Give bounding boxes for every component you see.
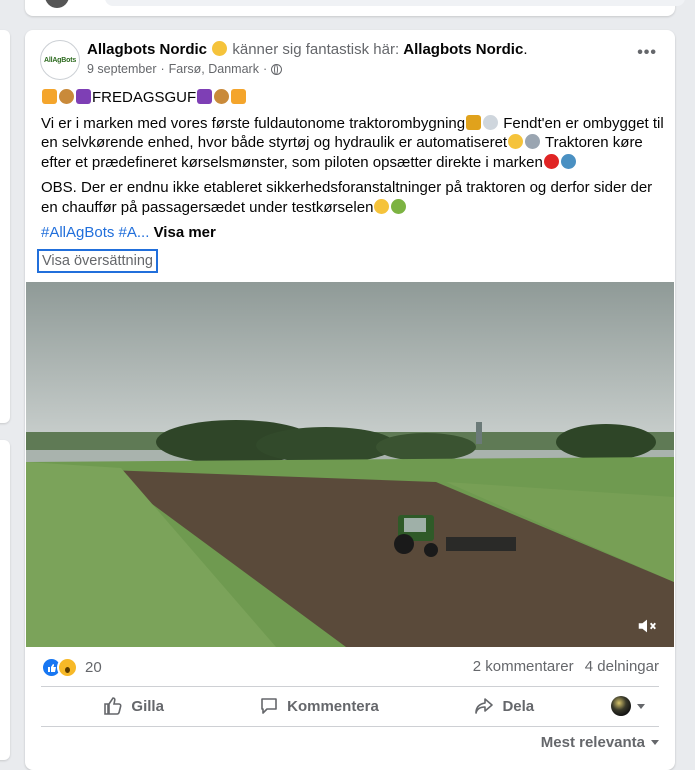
mute-icon[interactable]: [636, 615, 658, 637]
star-eyes-icon: [508, 134, 524, 149]
previous-post-edge: [25, 0, 685, 16]
post-header: Allagbots Nordic känner sig fantastisk h…: [87, 41, 528, 58]
avatar: [610, 696, 631, 716]
satellite-icon: [525, 134, 541, 149]
comment-count-link[interactable]: 2 kommentarer: [473, 658, 574, 675]
see-more-link[interactable]: Visa mer: [154, 224, 216, 241]
share-icon: [475, 698, 494, 714]
post-card: AllAgBots Allagbots Nordic känner sig fa…: [25, 30, 675, 770]
farmer-icon: [391, 198, 407, 214]
like-icon: [104, 697, 122, 715]
cake-icon: [231, 89, 247, 104]
previous-comment-bar: [105, 0, 685, 6]
grimace-icon: [374, 198, 390, 214]
comment-button[interactable]: Kommentera: [226, 687, 411, 725]
video-player[interactable]: [26, 282, 674, 647]
paragraph-2: OBS. Der er endnu ikke etableret sikkerh…: [41, 179, 653, 216]
target-icon: [543, 153, 559, 169]
tractor-icon: [466, 114, 482, 130]
chevron-down-icon: [636, 703, 645, 709]
pretzel-icon: [214, 89, 230, 104]
post-body: FREDAGSGUF Vi er i marken med vores førs…: [41, 88, 666, 249]
comment-sort-dropdown[interactable]: Mest relevanta: [541, 734, 659, 751]
share-button[interactable]: Dela: [412, 687, 597, 725]
left-side-card-lower: [0, 440, 10, 760]
pretzel-icon: [59, 89, 74, 104]
post-place[interactable]: Farsø, Danmark: [169, 62, 259, 76]
location-page-link[interactable]: Allagbots Nordic: [403, 41, 523, 58]
cake-icon: [42, 89, 57, 104]
globe-icon: [271, 63, 283, 75]
more-icon[interactable]: •••: [637, 44, 657, 62]
action-bar: Gilla Kommentera Dela: [41, 687, 659, 725]
divider-bottom: [41, 726, 659, 727]
candy-icon: [76, 89, 91, 104]
wow-reaction-icon: [57, 657, 78, 678]
candy-icon: [197, 89, 213, 104]
feeling-text: känner sig fantastisk här:: [232, 41, 400, 58]
previous-avatar: [45, 0, 69, 8]
engagement-counts: 2 kommentarer 4 delningar: [473, 658, 659, 675]
tag-text: FREDAGSGUF: [92, 89, 197, 106]
left-side-card: [0, 30, 10, 423]
paragraph-1: Vi er i marken med vores første fuldauto…: [41, 114, 664, 171]
translate-button[interactable]: Visa översättning: [37, 249, 158, 273]
page-avatar[interactable]: AllAgBots: [40, 40, 80, 80]
avatar-logo: AllAgBots: [43, 56, 77, 64]
tag-line: FREDAGSGUF: [41, 88, 666, 108]
post-meta: 9 september · Farsø, Danmark ·: [87, 62, 283, 76]
post-as-selector[interactable]: [597, 687, 659, 725]
reaction-summary[interactable]: 20: [41, 657, 102, 678]
like-button[interactable]: Gilla: [41, 687, 226, 725]
gear-icon: [483, 114, 499, 130]
post-date[interactable]: 9 september: [87, 62, 156, 76]
comment-icon: [261, 698, 277, 714]
hashtag-line: #AllAgBots #A... Visa mer: [41, 223, 666, 243]
reaction-count: 20: [85, 659, 102, 676]
hashtag-link[interactable]: #AllAgBots #A...: [41, 224, 149, 241]
share-count-link[interactable]: 4 delningar: [585, 658, 659, 675]
video-frame: [26, 282, 674, 647]
tools-icon: [560, 153, 576, 169]
chevron-down-icon: [651, 740, 659, 745]
feeling-emoji-icon: [212, 41, 228, 56]
author-link[interactable]: Allagbots Nordic: [87, 41, 207, 58]
